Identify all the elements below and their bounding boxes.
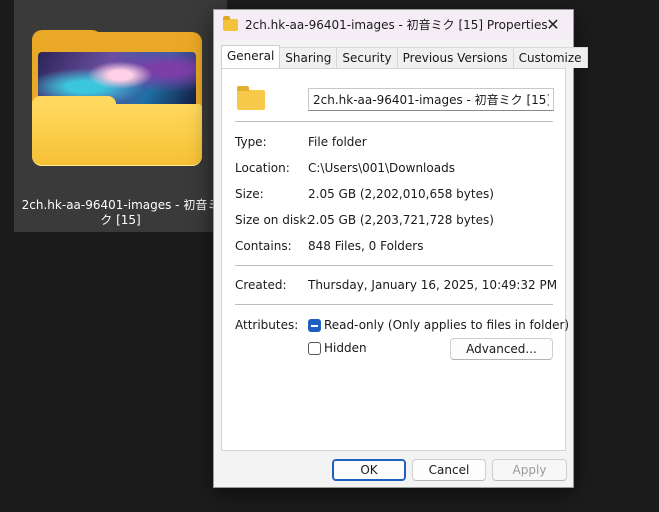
desktop-folder-item[interactable]: 2ch.hk-aa-96401-images - 初音ミク [15] <box>14 0 227 232</box>
size-value: 2.05 GB (2,202,010,658 bytes) <box>308 187 494 201</box>
folder-icon <box>237 86 265 110</box>
contains-value: 848 Files, 0 Folders <box>308 239 424 253</box>
tab-customize[interactable]: Customize <box>512 47 588 68</box>
tab-security[interactable]: Security <box>336 47 398 68</box>
size-label: Size: <box>235 187 264 201</box>
tab-previous-versions[interactable]: Previous Versions <box>396 47 514 68</box>
ok-button[interactable]: OK <box>332 459 406 481</box>
contains-label: Contains: <box>235 239 292 253</box>
desktop-folder-label: 2ch.hk-aa-96401-images - 初音ミク [15] <box>21 198 220 227</box>
tab-sharing[interactable]: Sharing <box>279 47 338 68</box>
size-on-disk-label: Size on disk: <box>235 213 311 227</box>
close-button[interactable]: ✕ <box>533 10 573 39</box>
folder-thumbnail-icon <box>32 30 202 166</box>
tab-general[interactable]: General <box>221 45 281 68</box>
tab-strip: General Sharing Security Previous Versio… <box>221 45 588 68</box>
advanced-button[interactable]: Advanced... <box>450 338 553 360</box>
hidden-checkbox[interactable] <box>308 342 321 355</box>
general-tab-panel: Type: File folder Location: C:\Users\001… <box>221 68 569 451</box>
size-on-disk-value: 2.05 GB (2,203,721,728 bytes) <box>308 213 494 227</box>
location-label: Location: <box>235 161 290 175</box>
properties-dialog: 2ch.hk-aa-96401-images - 初音ミク [15] Prope… <box>213 9 588 488</box>
location-value: C:\Users\001\Downloads <box>308 161 455 175</box>
type-value: File folder <box>308 135 367 149</box>
readonly-label[interactable]: Read-only (Only applies to files in fold… <box>324 318 569 332</box>
title-bar[interactable]: 2ch.hk-aa-96401-images - 初音ミク [15] Prope… <box>214 10 573 39</box>
folder-icon <box>223 15 238 31</box>
apply-button[interactable]: Apply <box>492 459 567 481</box>
cancel-button[interactable]: Cancel <box>412 459 486 481</box>
divider <box>235 265 553 266</box>
type-label: Type: <box>235 135 267 149</box>
folder-front-shape <box>32 104 202 166</box>
window-title: 2ch.hk-aa-96401-images - 初音ミク [15] Prope… <box>245 18 548 32</box>
created-label: Created: <box>235 278 287 292</box>
created-value: Thursday, January 16, 2025, 10:49:32 PM <box>308 278 558 292</box>
folder-name-input[interactable] <box>308 88 554 111</box>
attributes-label: Attributes: <box>235 318 299 332</box>
divider <box>235 304 553 305</box>
hidden-label[interactable]: Hidden <box>324 341 367 355</box>
divider <box>235 121 553 122</box>
readonly-checkbox[interactable] <box>308 319 321 332</box>
close-icon: ✕ <box>546 15 560 34</box>
